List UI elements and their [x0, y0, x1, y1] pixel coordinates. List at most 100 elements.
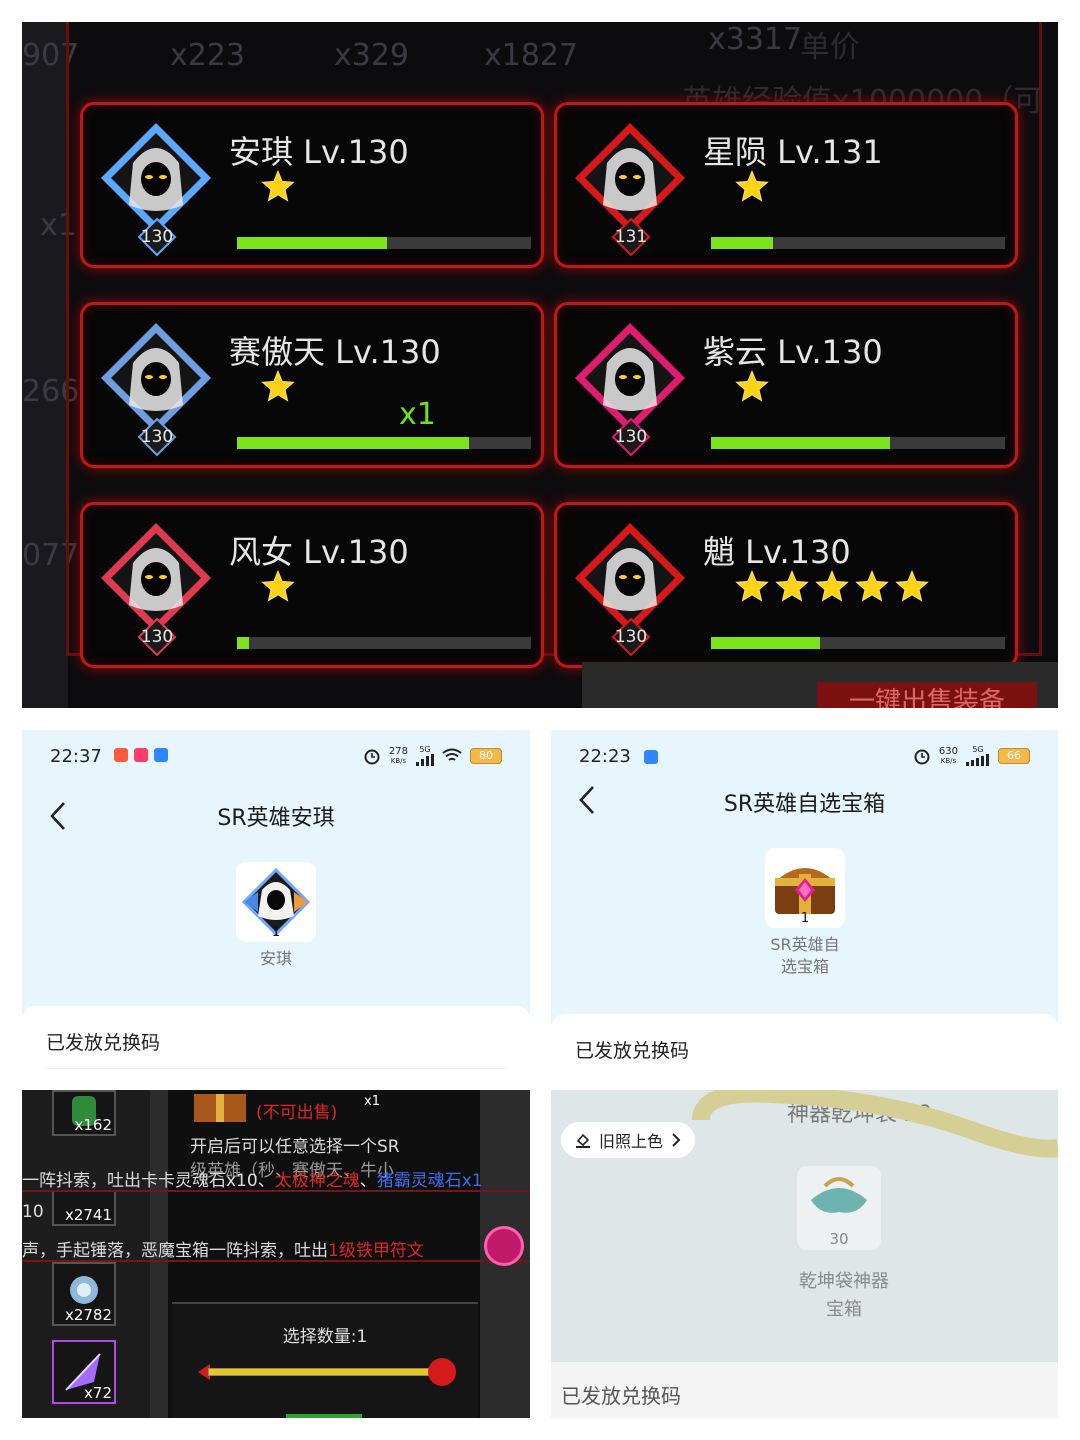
slot-count: x162 [74, 1116, 112, 1134]
item-label: 乾坤袋神器 宝箱 [769, 1268, 919, 1324]
hero-stars [261, 169, 301, 209]
app-notification-icon [643, 750, 658, 764]
inventory-slot[interactable]: x72 [52, 1340, 116, 1404]
hero-name: 星陨 Lv.131 [703, 133, 883, 171]
net-type: 5G [419, 745, 431, 754]
level-badge: 131 [611, 217, 651, 257]
hero-name: 魈 Lv.130 [703, 533, 851, 571]
exp-gain: x1 [399, 397, 436, 432]
battery-level: 80 [479, 749, 493, 762]
page-title: SR英雄自选宝箱 [723, 792, 886, 817]
status-time: 22:23 [579, 746, 631, 767]
hero-stars [735, 169, 775, 209]
hero-stars [261, 369, 301, 409]
section-label: 已发放兑换码 [575, 1040, 690, 1062]
inventory-slot[interactable]: x2741 [52, 1190, 116, 1226]
redeem-code-section: 已发放兑换码 [551, 1014, 1058, 1086]
status-bar: 22:23 [579, 746, 659, 767]
level-badge: 130 [137, 617, 177, 657]
net-speed-unit: KB/s [940, 756, 957, 765]
hero-card[interactable]: 130 紫云 Lv.130 [554, 302, 1018, 468]
item-label-line2: 选宝箱 [780, 957, 829, 976]
exp-progress-bar [711, 237, 1005, 249]
level-badge-text: 130 [140, 227, 174, 247]
divider [46, 1068, 506, 1069]
level-badge: 130 [137, 417, 177, 457]
signal-icon [416, 754, 434, 766]
log-fragment: 10 [22, 1202, 44, 1222]
pill-label: 旧照上色 [599, 1132, 664, 1151]
level-badge-text: 130 [614, 427, 648, 447]
alarm-icon [364, 749, 380, 765]
confirm-button[interactable] [286, 1414, 362, 1418]
exp-progress-bar [237, 437, 531, 449]
sell-equipment-button[interactable]: 一键出售装备 [817, 682, 1037, 708]
slot-count: x2782 [64, 1306, 112, 1324]
hero-card[interactable]: 130 魈 Lv.130 [554, 502, 1018, 668]
redeem-code-section: 已发放兑换码 [551, 1362, 1058, 1418]
chevron-right-icon [672, 1133, 681, 1147]
slider-knob[interactable] [428, 1358, 456, 1386]
background-inventory-strip [22, 22, 68, 708]
item-tile-hero-anqi[interactable]: 1 [236, 862, 316, 942]
hero-card[interactable]: 131 星陨 Lv.131 [554, 102, 1018, 268]
battery-icon: 66 [998, 748, 1030, 764]
signal-icon [966, 754, 989, 766]
net-type: 5G [972, 745, 984, 754]
level-badge-text: 130 [614, 627, 648, 647]
chest-description: 开启后可以任意选择一个SR [190, 1137, 400, 1157]
paint-bucket-icon [576, 1133, 590, 1148]
item-label-line1: SR英雄自 [770, 935, 840, 954]
hero-stars [735, 369, 775, 409]
hero-card[interactable]: 130 安琪 Lv.130 [80, 102, 544, 268]
exp-progress-bar [711, 637, 1005, 649]
hero-stars [735, 569, 935, 609]
artifact-chest-screenshot: 神器乾坤袋4.9 30 乾坤袋神器 宝箱 旧照上色 已发放兑换码 [551, 1090, 1058, 1418]
log-text: 声，手起锤落，恶魔宝箱一阵抖索，吐出 [22, 1241, 328, 1261]
phone-screen-sr-chest: 22:23 630 KB/s 5G 66 SR英雄自选宝箱 1 SR英雄自 选宝… [551, 730, 1058, 1086]
alarm-icon [914, 749, 930, 765]
inventory-slot[interactable]: x2782 [52, 1262, 116, 1326]
hero-stars [261, 569, 301, 609]
section-label: 已发放兑换码 [561, 1384, 681, 1408]
item-quantity: 1 [800, 911, 810, 926]
exp-progress-bar [237, 637, 531, 649]
app-notification-icons [113, 747, 180, 768]
log-text: 一阵抖索，吐出卡卡灵魂石x10、 [22, 1171, 275, 1191]
heart-icon[interactable] [484, 1226, 524, 1266]
combat-log-line: 一阵抖索，吐出卡卡灵魂石x10、太极神之魂、猪霸灵魂石x1 [22, 1166, 483, 1191]
hero-name: 安琪 Lv.130 [229, 133, 409, 171]
hero-card[interactable]: 130 风女 Lv.130 [80, 502, 544, 668]
wifi-icon [442, 748, 462, 761]
item-label: 安琪 [259, 949, 292, 968]
battery-level: 66 [1007, 749, 1021, 762]
level-badge-text: 130 [140, 627, 174, 647]
level-badge: 130 [137, 217, 177, 257]
slot-count: x72 [84, 1384, 112, 1402]
log-item-blue: 猪霸灵魂石x1 [376, 1171, 483, 1191]
level-badge: 130 [611, 417, 651, 457]
status-icons: 630 KB/s 5G 66 [913, 746, 1030, 766]
item-quantity: 1 [271, 925, 281, 940]
level-badge: 130 [611, 617, 651, 657]
inventory-slot[interactable]: x162 [52, 1090, 116, 1136]
log-item-red: 1级铁甲符文 [328, 1241, 424, 1261]
quantity-slider[interactable] [208, 1368, 438, 1376]
battery-icon: 80 [470, 748, 502, 764]
net-speed-unit: KB/s [390, 756, 407, 765]
chest-open-screenshot: x162 x2741 x2782 x72 x1 (不可出售) 开启后可以任意选择… [22, 1090, 530, 1418]
combat-log-line: 声，手起锤落，恶魔宝箱一阵抖索，吐出1级铁甲符文 [22, 1236, 424, 1261]
quantity-selector: 选择数量:1 [172, 1302, 478, 1418]
colorize-old-photo-button[interactable]: 旧照上色 [561, 1122, 696, 1158]
hero-card[interactable]: 130 赛傲天 Lv.130 x1 [80, 302, 544, 468]
hero-name: 赛傲天 Lv.130 [229, 333, 441, 371]
item-label: SR英雄自 选宝箱 [735, 934, 875, 978]
phone-screen-sr-hero: 22:37 278 KB/s 5G 80 SR英雄安琪 1 安琪 已发放兑换码 [22, 730, 530, 1078]
item-label-line2: 宝箱 [826, 1299, 862, 1320]
item-tile-sr-chest[interactable]: 1 [765, 848, 845, 928]
log-item-red: 太极神之魂 [274, 1171, 360, 1191]
exp-progress-bar [237, 237, 531, 249]
item-label-line1: 乾坤袋神器 [799, 1271, 889, 1292]
hero-name: 紫云 Lv.130 [703, 333, 883, 371]
hero-name: 风女 Lv.130 [229, 533, 409, 571]
